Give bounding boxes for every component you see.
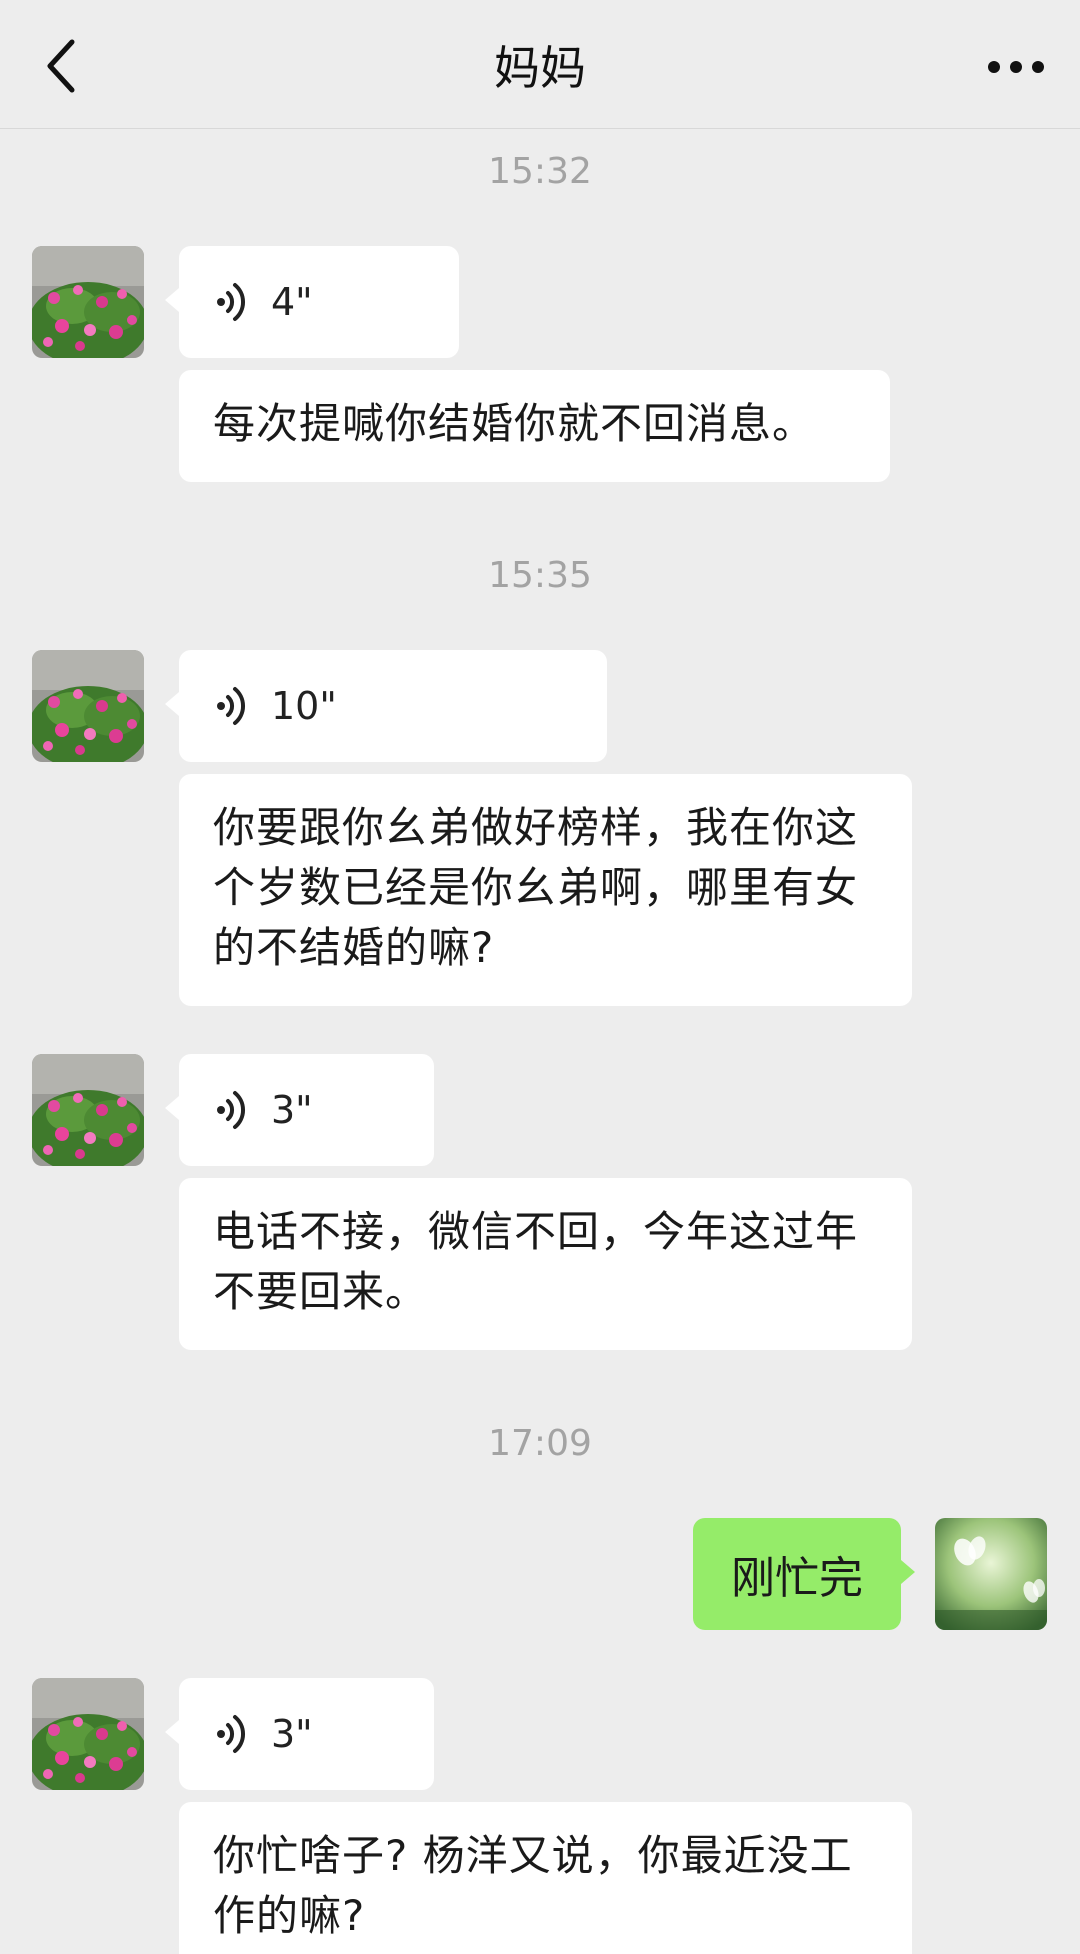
- voice-icon: [217, 1715, 246, 1753]
- contact-avatar[interactable]: [32, 650, 144, 762]
- contact-avatar[interactable]: [32, 1678, 144, 1790]
- flower-avatar-image: [32, 246, 144, 358]
- text-message[interactable]: 你忙啥子? 杨洋又说，你最近没工作的嘛?: [179, 1802, 912, 1954]
- text-message[interactable]: 电话不接，微信不回，今年这过年不要回来。: [179, 1178, 912, 1350]
- voice-message[interactable]: 4": [165, 246, 459, 358]
- contact-avatar[interactable]: [32, 1054, 144, 1166]
- contact-avatar[interactable]: [32, 246, 144, 358]
- more-button[interactable]: [980, 42, 1052, 92]
- timestamp: 15:32: [488, 151, 592, 192]
- flower-avatar-image: [32, 1054, 144, 1166]
- more-dots-icon: [988, 61, 1044, 73]
- voice-duration: 4": [271, 280, 313, 324]
- outgoing-text-message[interactable]: 刚忙完: [693, 1518, 915, 1630]
- flower-avatar-image: [32, 1678, 144, 1790]
- voice-icon: [217, 283, 246, 321]
- voice-message[interactable]: 3": [165, 1678, 434, 1790]
- voice-message[interactable]: 3": [165, 1054, 434, 1166]
- timestamp: 15:35: [488, 555, 592, 596]
- page-title: 妈妈: [494, 41, 586, 95]
- flower-avatar-image: [32, 650, 144, 762]
- text-message[interactable]: 每次提喊你结婚你就不回消息。: [179, 370, 890, 482]
- chat-header: 妈妈: [0, 0, 1080, 129]
- voice-message[interactable]: 10": [165, 650, 607, 762]
- my-avatar[interactable]: [935, 1518, 1047, 1630]
- voice-duration: 3": [271, 1088, 313, 1132]
- voice-duration: 3": [271, 1712, 313, 1756]
- timestamp: 17:09: [488, 1423, 592, 1464]
- voice-icon: [217, 1091, 246, 1129]
- voice-icon: [217, 687, 246, 725]
- text-message[interactable]: 你要跟你幺弟做好榜样，我在你这个岁数已经是你幺弟啊，哪里有女的不结婚的嘛?: [179, 774, 912, 1006]
- voice-duration: 10": [271, 684, 337, 728]
- butterfly-avatar-image: [935, 1518, 1047, 1630]
